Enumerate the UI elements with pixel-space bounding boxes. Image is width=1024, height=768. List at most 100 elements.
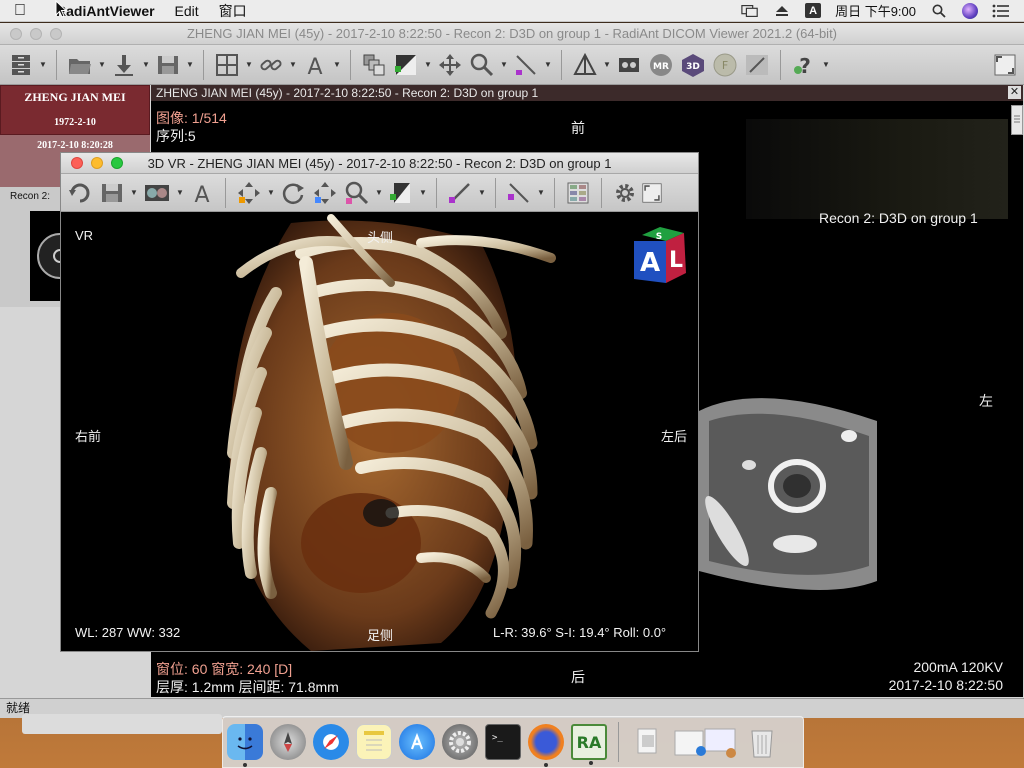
zoom-icon[interactable] <box>342 178 372 208</box>
chevron-down-icon[interactable]: ▼ <box>543 50 553 80</box>
display-mirror-icon[interactable] <box>741 4 759 18</box>
eject-icon[interactable] <box>773 4 791 18</box>
main-title-bar[interactable]: ZHENG JIAN MEI (45y) - 2017-2-10 8:22:50… <box>0 23 1024 45</box>
scalpel-icon[interactable] <box>445 178 475 208</box>
menu-bar:  RadiAntViewer Edit 窗口 A 周日 下午9:00 <box>0 0 1024 22</box>
menu-clock[interactable]: 周日 下午9:00 <box>835 1 916 20</box>
3d-render-icon[interactable]: 3D <box>678 50 708 80</box>
app-store-icon[interactable] <box>399 724 435 760</box>
vr-window-title: 3D VR - ZHENG JIAN MEI (45y) - 2017-2-10… <box>147 155 612 171</box>
menu-window[interactable]: 窗口 <box>209 1 257 21</box>
viewport-scrollbar[interactable] <box>1011 105 1023 135</box>
mpr-icon[interactable] <box>570 50 600 80</box>
vr-title-bar[interactable]: 3D VR - ZHENG JIAN MEI (45y) - 2017-2-10… <box>61 153 698 174</box>
chevron-down-icon[interactable]: ▼ <box>38 50 48 80</box>
viewport-title: ZHENG JIAN MEI (45y) - 2017-2-10 8:22:50… <box>151 85 1023 101</box>
launchpad-icon[interactable] <box>270 724 306 760</box>
siri-icon[interactable] <box>962 2 978 19</box>
series-stack-icon[interactable] <box>359 50 389 80</box>
vr-preset-icon[interactable] <box>141 178 173 208</box>
cine-camera-icon[interactable] <box>614 50 644 80</box>
pan-icon[interactable] <box>435 50 465 80</box>
fullscreen-icon[interactable] <box>642 178 662 208</box>
svg-text:>_: >_ <box>492 733 503 743</box>
save-icon[interactable] <box>97 178 127 208</box>
chevron-down-icon[interactable]: ▼ <box>477 178 487 208</box>
chevron-down-icon[interactable]: ▼ <box>602 50 612 80</box>
chevron-down-icon[interactable]: ▼ <box>141 50 151 80</box>
patient-name: ZHENG JIAN MEI <box>24 90 126 104</box>
clip-box-icon[interactable] <box>504 178 534 208</box>
system-preferences-icon[interactable] <box>442 724 478 760</box>
chevron-down-icon[interactable]: ▼ <box>244 50 254 80</box>
open-folder-icon[interactable] <box>65 50 95 80</box>
background-window-edge <box>22 714 222 734</box>
close-icon[interactable]: ✕ <box>1008 86 1021 99</box>
pan-icon[interactable] <box>310 178 340 208</box>
finder-icon[interactable] <box>227 724 263 767</box>
chevron-down-icon[interactable]: ▼ <box>821 50 831 80</box>
chevron-down-icon[interactable]: ▼ <box>97 50 107 80</box>
measure-ruler-icon[interactable] <box>511 50 541 80</box>
notification-center-icon[interactable] <box>992 4 1010 18</box>
apple-menu-icon[interactable]:  <box>0 2 40 20</box>
fullscreen-icon[interactable] <box>990 50 1020 80</box>
fusion-icon[interactable]: F <box>710 50 740 80</box>
vr-orientation-left: 右前 <box>75 429 102 444</box>
chevron-down-icon[interactable]: ▼ <box>536 178 546 208</box>
trash-icon[interactable] <box>744 724 780 760</box>
window-level-icon[interactable] <box>391 50 421 80</box>
chevron-down-icon[interactable]: ▼ <box>266 178 276 208</box>
chevron-down-icon[interactable]: ▼ <box>175 178 185 208</box>
documents-stack-icon[interactable] <box>630 724 666 760</box>
vr-mode-label: VR <box>75 228 94 243</box>
spotlight-search-icon[interactable] <box>930 4 948 18</box>
viewport-title-text: ZHENG JIAN MEI (45y) - 2017-2-10 8:22:50… <box>156 86 539 100</box>
rotate-3d-icon[interactable] <box>234 178 264 208</box>
layout-grid-icon[interactable] <box>212 50 242 80</box>
menu-edit[interactable]: Edit <box>165 3 209 19</box>
vr-orientation-bottom: 足侧 <box>367 628 394 643</box>
radiant-viewer-icon[interactable]: RA <box>571 724 607 765</box>
zoom-icon[interactable] <box>467 50 497 80</box>
window-level-icon[interactable] <box>386 178 416 208</box>
mr-icon[interactable]: MR <box>646 50 676 80</box>
chevron-down-icon[interactable]: ▼ <box>418 178 428 208</box>
safari-icon[interactable] <box>313 724 349 760</box>
orientation-cube[interactable]: S A L <box>628 221 692 285</box>
chevron-down-icon[interactable]: ▼ <box>129 178 139 208</box>
link-icon[interactable] <box>256 50 286 80</box>
save-icon[interactable] <box>153 50 183 80</box>
chevron-down-icon[interactable]: ▼ <box>288 50 298 80</box>
database-icon[interactable] <box>6 50 36 80</box>
reset-rotate-icon[interactable] <box>65 178 95 208</box>
vr-orientation-top: 头侧 <box>367 230 394 245</box>
chevron-down-icon[interactable]: ▼ <box>332 50 342 80</box>
svg-text:?: ? <box>799 54 811 78</box>
annotation-text-icon[interactable]: A <box>187 178 217 208</box>
ct-axial-image <box>699 381 877 603</box>
input-source-icon[interactable]: A <box>805 3 822 18</box>
download-icon[interactable] <box>109 50 139 80</box>
chevron-down-icon[interactable]: ▼ <box>499 50 509 80</box>
desktop:  RadiAntViewer Edit 窗口 A 周日 下午9:00 <box>0 0 1024 768</box>
annotation-text-icon[interactable]: A <box>300 50 330 80</box>
chevron-down-icon[interactable]: ▼ <box>374 178 384 208</box>
downloads-stack-icon[interactable] <box>673 724 737 760</box>
layout-grid-icon[interactable] <box>563 178 593 208</box>
chevron-down-icon[interactable]: ▼ <box>423 50 433 80</box>
help-icon[interactable]: ? <box>789 50 819 80</box>
patient-header[interactable]: ZHENG JIAN MEI 1972-2-10 <box>0 85 150 135</box>
terminal-icon[interactable]: >_ <box>485 724 521 760</box>
chevron-down-icon[interactable]: ▼ <box>185 50 195 80</box>
notes-icon[interactable] <box>356 724 392 760</box>
main-toolbar: ▼ ▼ ▼ ▼ ▼ ▼ A ▼ ▼ ▼ ▼ ▼ MR 3D F ? ▼ <box>0 45 1024 85</box>
compare-icon[interactable] <box>742 50 772 80</box>
toolbar-divider <box>561 49 562 80</box>
gear-icon[interactable] <box>610 178 640 208</box>
roll-icon[interactable] <box>278 178 308 208</box>
running-indicator <box>243 763 247 767</box>
vr-render-canvas[interactable]: S A L VR 头侧 右前 左后 足侧 WL: 287 WW: 332 L-R… <box>61 213 698 651</box>
toolbar-divider <box>601 177 602 208</box>
firefox-icon[interactable] <box>528 724 564 767</box>
